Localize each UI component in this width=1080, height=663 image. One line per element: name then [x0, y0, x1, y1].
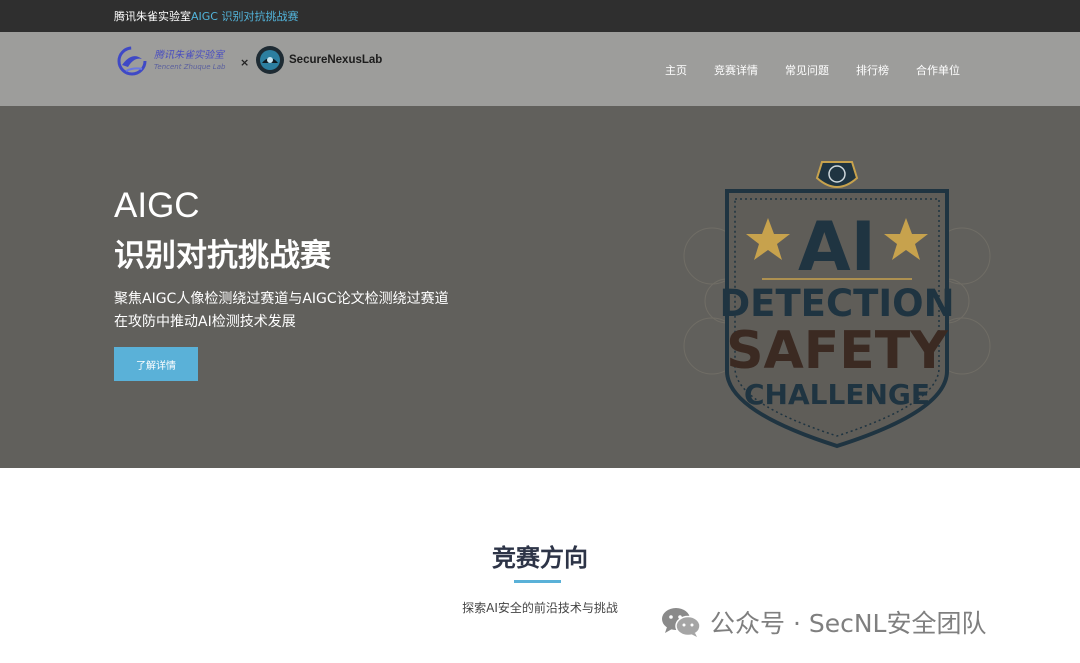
- logo-separator: ×: [240, 56, 250, 69]
- tencent-zhuque-logo[interactable]: 腾讯朱雀实验室 Tencent Zhuque Lab: [116, 45, 225, 77]
- wechat-watermark: 公众号 · SecNL安全团队: [660, 604, 986, 640]
- watermark-text: 公众号 · SecNL安全团队: [710, 609, 987, 638]
- section-title-underline: [514, 580, 561, 583]
- nav-faq[interactable]: 常见问题: [785, 62, 829, 78]
- zhuque-bird-icon: [117, 46, 147, 76]
- partner-name: SecureNexusLab: [289, 54, 383, 66]
- hero-title-line2: 识别对抗挑战赛: [114, 238, 331, 274]
- top-bar: 腾讯朱雀实验室AIGC 识别对抗挑战赛: [0, 0, 1080, 32]
- hero-description-line2: 在攻防中推动AI检测技术发展: [114, 314, 296, 330]
- hero-title-line1: AIGC: [114, 186, 200, 225]
- top-breadcrumb: 腾讯朱雀实验室AIGC 识别对抗挑战赛: [114, 8, 298, 24]
- tencent-logo-cn: 腾讯朱雀实验室: [154, 50, 224, 61]
- learn-more-button[interactable]: 了解详情: [114, 347, 198, 381]
- nav-home[interactable]: 主页: [665, 62, 687, 78]
- wechat-icon: [662, 608, 701, 637]
- ai-detection-safety-challenge-badge: AI DETECTION SAFETY CHALLENGE: [683, 161, 991, 449]
- hero-banner: AIGC 识别对抗挑战赛 聚焦AIGC人像检测绕过赛道与AIGC论文检测绕过赛道…: [0, 106, 1080, 468]
- badge-text-challenge: CHALLENGE: [744, 378, 930, 411]
- main-nav: 主页 竞赛详情 常见问题 排行榜 合作单位: [665, 62, 960, 78]
- site-name: 腾讯朱雀实验室: [114, 10, 191, 23]
- section-title: 竞赛方向: [492, 544, 588, 572]
- hero-description-line1: 聚焦AIGC人像检测绕过赛道与AIGC论文检测绕过赛道: [114, 291, 449, 307]
- securenexuslab-logo[interactable]: SecureNexusLab: [255, 45, 382, 75]
- badge-text-detection: DETECTION: [719, 282, 954, 325]
- nav-competition-details[interactable]: 竞赛详情: [714, 62, 758, 78]
- securenexuslab-emblem-icon: [256, 46, 284, 74]
- event-name-link[interactable]: AIGC 识别对抗挑战赛: [191, 10, 298, 23]
- nav-leaderboard[interactable]: 排行榜: [856, 62, 889, 78]
- nav-partners[interactable]: 合作单位: [916, 62, 960, 78]
- badge-text-safety: SAFETY: [726, 321, 949, 381]
- tencent-logo-en: Tencent Zhuque Lab: [154, 63, 226, 71]
- badge-text-ai: AI: [798, 208, 876, 287]
